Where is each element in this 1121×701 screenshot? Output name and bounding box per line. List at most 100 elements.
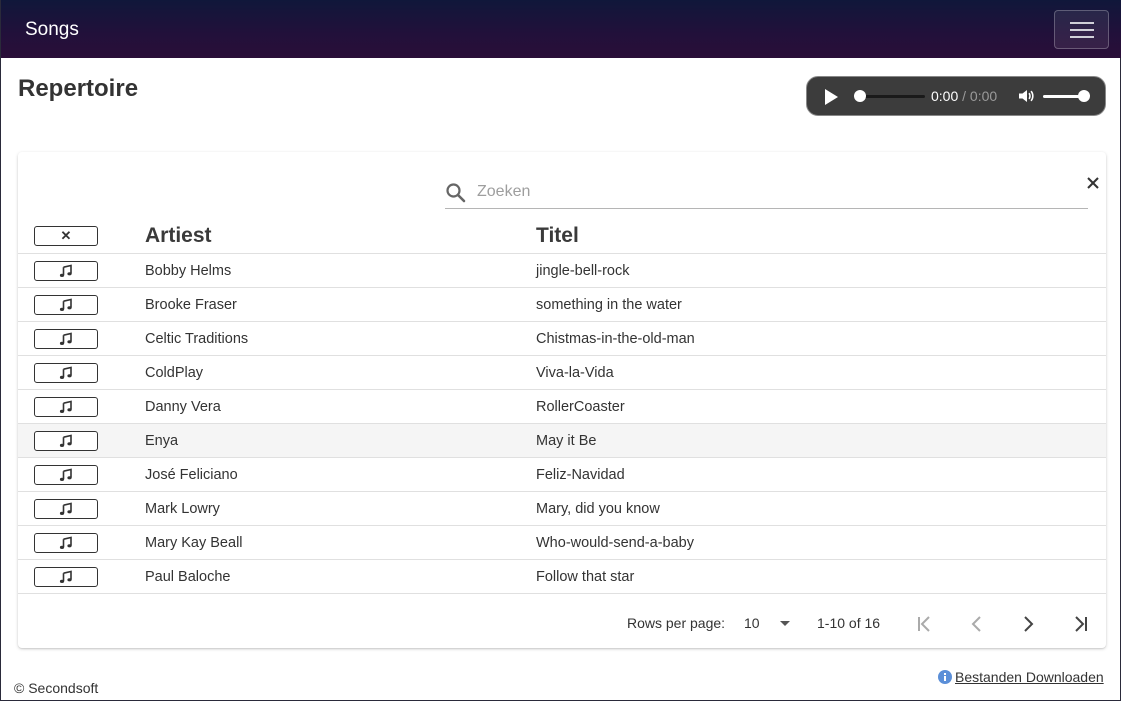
first-page-icon[interactable] (913, 612, 937, 636)
caret-down-icon (780, 621, 790, 626)
seek-bar[interactable] (860, 95, 925, 98)
play-song-button[interactable] (34, 498, 98, 519)
table-row[interactable]: Mary Kay Beall Who-would-send-a-baby (18, 525, 1106, 560)
cell-title: something in the water (536, 287, 1106, 322)
music-note-icon (59, 331, 72, 345)
cell-title: Follow that star (536, 559, 1106, 594)
play-song-button[interactable] (34, 566, 98, 587)
music-note-icon (59, 263, 72, 277)
play-song-button[interactable] (34, 396, 98, 417)
row-action-cell (18, 253, 145, 288)
cell-title: May it Be (536, 423, 1106, 458)
clear-selection-button[interactable]: ✕ (34, 225, 98, 246)
copyright-text: © Secondsoft (14, 680, 99, 696)
table-row[interactable]: ColdPlay Viva-la-Vida (18, 355, 1106, 390)
cell-title: jingle-bell-rock (536, 253, 1106, 288)
table-row[interactable]: Paul Baloche Follow that star (18, 559, 1106, 594)
search-icon (446, 183, 466, 203)
table-row[interactable]: Enya May it Be (18, 423, 1106, 458)
cell-title: Feliz-Navidad (536, 457, 1106, 492)
music-note-icon (59, 399, 72, 413)
cell-artist: Danny Vera (145, 389, 536, 424)
row-action-cell (18, 355, 145, 390)
cell-title: Viva-la-Vida (536, 355, 1106, 390)
info-icon (938, 670, 952, 684)
rows-per-page-label: Rows per page: (627, 615, 726, 631)
menu-line (1070, 29, 1094, 31)
brand-title[interactable]: Songs (25, 19, 79, 41)
table-row[interactable]: Danny Vera RollerCoaster (18, 389, 1106, 424)
column-header-title[interactable]: Titel (536, 218, 1106, 254)
table-header-row: ✕ Artiest Titel (18, 218, 1106, 254)
cell-title: Chistmas-in-the-old-man (536, 321, 1106, 356)
rows-per-page-select[interactable]: 10 (744, 615, 794, 635)
next-page-icon[interactable] (1016, 612, 1040, 636)
table-row[interactable]: Mark Lowry Mary, did you know (18, 491, 1106, 526)
play-song-button[interactable] (34, 430, 98, 451)
header-action-cell: ✕ (18, 218, 145, 254)
last-page-icon[interactable] (1068, 612, 1092, 636)
rows-per-page-value: 10 (744, 615, 760, 631)
play-icon[interactable] (825, 89, 838, 105)
table-row[interactable]: José Feliciano Feliz-Navidad (18, 457, 1106, 492)
column-header-artist[interactable]: Artiest (145, 218, 536, 254)
music-note-icon (59, 569, 72, 583)
cell-title: Who-would-send-a-baby (536, 525, 1106, 560)
cell-artist: Paul Baloche (145, 559, 536, 594)
songs-card: ✕ Artiest Titel Bobby Helmsjingle-bell-r… (18, 152, 1106, 648)
play-song-button[interactable] (34, 260, 98, 281)
cell-artist: Celtic Traditions (145, 321, 536, 356)
table-row[interactable]: Bobby Helms jingle-bell-rock (18, 253, 1106, 288)
page-range: 1-10 of 16 (817, 615, 881, 631)
row-action-cell (18, 525, 145, 560)
current-time: 0:00 (931, 88, 959, 104)
music-note-icon (59, 365, 72, 379)
search-field (445, 174, 1088, 209)
play-song-button[interactable] (34, 532, 98, 553)
close-icon[interactable] (1086, 176, 1100, 190)
music-note-icon (59, 297, 72, 311)
table-row[interactable]: Brooke Fraser something in the water (18, 287, 1106, 322)
download-files-link[interactable]: Bestanden Downloaden (955, 669, 1104, 685)
row-action-cell (18, 457, 145, 492)
table-row[interactable]: Celtic Traditions Chistmas-in-the-old-man (18, 321, 1106, 356)
music-note-icon (59, 501, 72, 515)
row-action-cell (18, 491, 145, 526)
play-song-button[interactable] (34, 464, 98, 485)
row-action-cell (18, 423, 145, 458)
row-action-cell (18, 389, 145, 424)
row-action-cell (18, 287, 145, 322)
hamburger-menu-button[interactable] (1054, 10, 1109, 49)
time-display: 0:00 / 0:00 (931, 88, 997, 104)
page-title: Repertoire (18, 75, 139, 102)
play-song-button[interactable] (34, 328, 98, 349)
menu-line (1070, 36, 1094, 38)
search-input[interactable] (477, 179, 1077, 205)
music-note-icon (59, 433, 72, 447)
volume-thumb[interactable] (1078, 90, 1090, 102)
cell-artist: Bobby Helms (145, 253, 536, 288)
music-note-icon (59, 467, 72, 481)
close-icon: ✕ (60, 227, 72, 243)
row-action-cell (18, 321, 145, 356)
cell-artist: Brooke Fraser (145, 287, 536, 322)
duration: / 0:00 (962, 88, 998, 104)
audio-player: 0:00 / 0:00 (806, 76, 1106, 116)
cell-artist: ColdPlay (145, 355, 536, 390)
volume-icon[interactable] (1017, 87, 1035, 105)
cell-artist: José Feliciano (145, 457, 536, 492)
cell-title: RollerCoaster (536, 389, 1106, 424)
navbar: Songs (1, 0, 1121, 58)
row-action-cell (18, 559, 145, 594)
seek-thumb[interactable] (854, 90, 866, 102)
songs-table: ✕ Artiest Titel Bobby Helms jingle-bell-r… (18, 218, 1106, 594)
play-song-button[interactable] (34, 362, 98, 383)
cell-artist: Mark Lowry (145, 491, 536, 526)
music-note-icon (59, 535, 72, 549)
play-song-button[interactable] (34, 294, 98, 315)
cell-artist: Enya (145, 423, 536, 458)
previous-page-icon[interactable] (965, 612, 989, 636)
cell-artist: Mary Kay Beall (145, 525, 536, 560)
cell-title: Mary, did you know (536, 491, 1106, 526)
menu-line (1070, 22, 1094, 24)
